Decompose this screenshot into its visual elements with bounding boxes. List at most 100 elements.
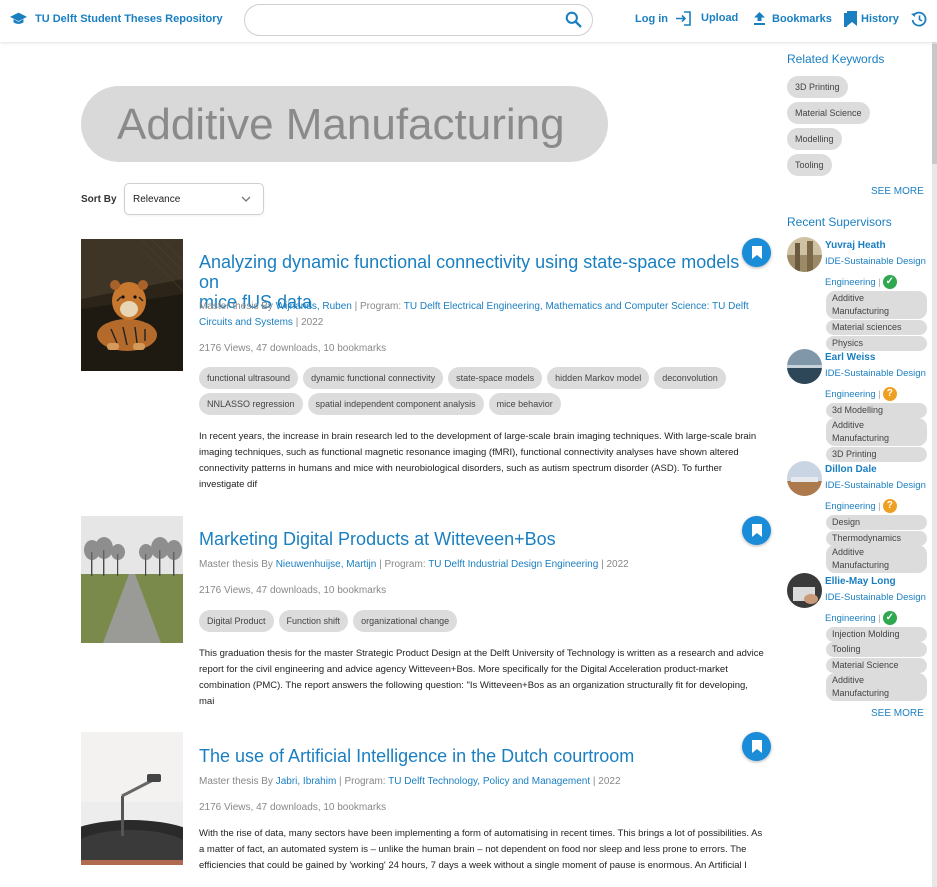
- keyword-chip[interactable]: deconvolution: [654, 367, 726, 389]
- turntable-image: [81, 732, 183, 865]
- keyword-chip[interactable]: spatial independent component analysis: [307, 393, 484, 415]
- bookmark-button[interactable]: [742, 732, 771, 761]
- keyword-chips: functional ultrasound dynamic functional…: [199, 367, 769, 415]
- supervisor-keyword-chip[interactable]: Additive Manufacturing: [826, 418, 927, 446]
- see-more-keywords-link[interactable]: SEE MORE: [871, 186, 924, 197]
- author-link[interactable]: Jabri, Ibrahim: [276, 776, 337, 787]
- author-link[interactable]: Wijnands, Ruben: [276, 301, 352, 312]
- brand-title: TU Delft Student Theses Repository: [35, 13, 223, 25]
- keyword-chip[interactable]: Digital Product: [199, 610, 274, 632]
- keyword-chip[interactable]: hidden Markov model: [547, 367, 650, 389]
- supervisor-program[interactable]: IDE-Sustainable Design Engineering |?: [825, 475, 930, 517]
- path-trees-image: [81, 516, 183, 643]
- program-link[interactable]: TU Delft Industrial Design Engineering: [428, 559, 598, 570]
- supervisor-program-line: Engineering: [825, 501, 876, 512]
- avatar-image: [787, 349, 822, 384]
- avatar[interactable]: [787, 461, 822, 496]
- supervisor-program-line: IDE-Sustainable Design: [825, 480, 926, 491]
- supervisor-program[interactable]: IDE-Sustainable Design Engineering |?: [825, 363, 930, 405]
- scrollbar-thumb[interactable]: [932, 44, 937, 164]
- supervisor-program[interactable]: IDE-Sustainable Design Engineering | ✓: [825, 251, 930, 293]
- keyword-chip[interactable]: Function shift: [278, 610, 349, 632]
- bookmark-button[interactable]: [742, 516, 771, 545]
- bookmarks-icon: [843, 11, 857, 27]
- thesis-thumbnail-turntable[interactable]: [81, 732, 183, 865]
- bookmark-icon: [751, 740, 762, 753]
- keyword-chip[interactable]: organizational change: [353, 610, 458, 632]
- supervisor-keyword-chip[interactable]: Additive Manufacturing: [826, 673, 927, 701]
- supervisor-keyword-chip[interactable]: Tooling: [826, 642, 927, 657]
- supervisor-program-line: Engineering: [825, 613, 876, 624]
- supervisor-keyword-chip[interactable]: 3D Printing: [826, 447, 927, 462]
- brand-link[interactable]: TU Delft Student Theses Repository: [10, 12, 223, 26]
- thesis-thumbnail-path[interactable]: [81, 516, 183, 643]
- related-keyword-chip[interactable]: Tooling: [787, 154, 832, 176]
- login-link[interactable]: Log in: [635, 11, 691, 26]
- sort-label: Sort By: [81, 194, 117, 205]
- search-input[interactable]: [257, 11, 557, 29]
- supervisor-keyword-chip[interactable]: Material Science: [826, 658, 927, 673]
- by-label: By: [261, 559, 273, 570]
- see-more-supervisors-link[interactable]: SEE MORE: [871, 708, 924, 719]
- thesis-title[interactable]: The use of Artificial Intelligence in th…: [199, 746, 744, 766]
- keyword-chip[interactable]: functional ultrasound: [199, 367, 299, 389]
- avatar[interactable]: [787, 237, 822, 272]
- question-icon: ?: [882, 499, 897, 514]
- avatar[interactable]: [787, 573, 822, 608]
- supervisor-name[interactable]: Earl Weiss: [825, 352, 875, 363]
- avatar-image: [787, 237, 822, 272]
- supervisor-name[interactable]: Yuvraj Heath: [825, 240, 886, 251]
- related-keyword-chip[interactable]: Material Science: [787, 102, 870, 124]
- separator: |: [878, 389, 881, 400]
- bookmarks-link[interactable]: Bookmarks: [772, 11, 858, 27]
- login-label: Log in: [635, 12, 668, 25]
- sort-select[interactable]: Relevance: [124, 183, 264, 215]
- keyword-chip[interactable]: mice behavior: [488, 393, 561, 415]
- page-title-pill: Additive Manufacturing: [81, 86, 608, 162]
- history-link[interactable]: History: [861, 11, 927, 27]
- keyword-chip[interactable]: NNLASSO regression: [199, 393, 303, 415]
- separator: |: [878, 613, 881, 624]
- keyword-chip[interactable]: state-space models: [448, 367, 543, 389]
- program-label: Program:: [384, 559, 426, 570]
- related-keyword-chip[interactable]: 3D Printing: [787, 76, 848, 98]
- thesis-meta: Master thesis By Nieuwenhuijse, Martijn …: [199, 559, 629, 570]
- thesis-thumbnail-tiger[interactable]: [81, 239, 183, 371]
- supervisor-name[interactable]: Dillon Dale: [825, 464, 877, 475]
- bookmark-icon: [751, 524, 762, 537]
- related-keyword-chip[interactable]: Modelling: [787, 128, 842, 150]
- supervisor-keyword-chip[interactable]: Design: [826, 515, 927, 530]
- search-icon[interactable]: [565, 11, 582, 28]
- supervisor-program-line: Engineering: [825, 389, 876, 400]
- supervisor-name[interactable]: Ellie-May Long: [825, 576, 896, 587]
- author-link[interactable]: Nieuwenhuijse, Martijn: [276, 559, 377, 570]
- search-box[interactable]: [244, 4, 593, 36]
- supervisor-program[interactable]: IDE-Sustainable Design Engineering | ✓: [825, 587, 930, 629]
- thesis-type: Master thesis: [199, 776, 259, 787]
- supervisor-program-line: IDE-Sustainable Design: [825, 256, 926, 267]
- supervisor-keyword-chip[interactable]: Thermodynamics: [826, 531, 927, 546]
- supervisor-keyword-chip[interactable]: Injection Molding: [826, 627, 927, 642]
- thesis-meta: Master thesis By Jabri, Ibrahim | Progra…: [199, 776, 621, 787]
- avatar-image: [787, 573, 822, 608]
- question-icon: ?: [882, 387, 897, 402]
- supervisor-keyword-chip[interactable]: 3d Modelling: [826, 403, 927, 418]
- supervisor-program-line: Engineering: [825, 277, 876, 288]
- separator: |: [878, 501, 881, 512]
- supervisor-keyword-chip[interactable]: Physics: [826, 336, 927, 351]
- supervisor-keyword-chip[interactable]: Material sciences: [826, 320, 927, 335]
- avatar[interactable]: [787, 349, 822, 384]
- bookmark-button[interactable]: [742, 238, 771, 267]
- supervisor-keyword-chip[interactable]: Additive Manufacturing: [826, 291, 927, 319]
- keyword-chips: Digital Product Function shift organizat…: [199, 610, 769, 632]
- thesis-title[interactable]: Marketing Digital Products at Witteveen+…: [199, 529, 744, 549]
- upload-link[interactable]: Upload: [701, 11, 766, 25]
- keyword-chip[interactable]: dynamic functional connectivity: [303, 367, 444, 389]
- check-icon: ✓: [882, 275, 897, 290]
- sort-value: Relevance: [133, 194, 181, 205]
- thesis-title-line: Analyzing dynamic functional connectivit…: [199, 252, 740, 292]
- program-link[interactable]: TU Delft Technology, Policy and Manageme…: [388, 776, 590, 787]
- related-keywords-title: Related Keywords: [787, 52, 885, 66]
- supervisor-keyword-chip[interactable]: Additive Manufacturing: [826, 545, 927, 573]
- supervisor-program-line: IDE-Sustainable Design: [825, 368, 926, 379]
